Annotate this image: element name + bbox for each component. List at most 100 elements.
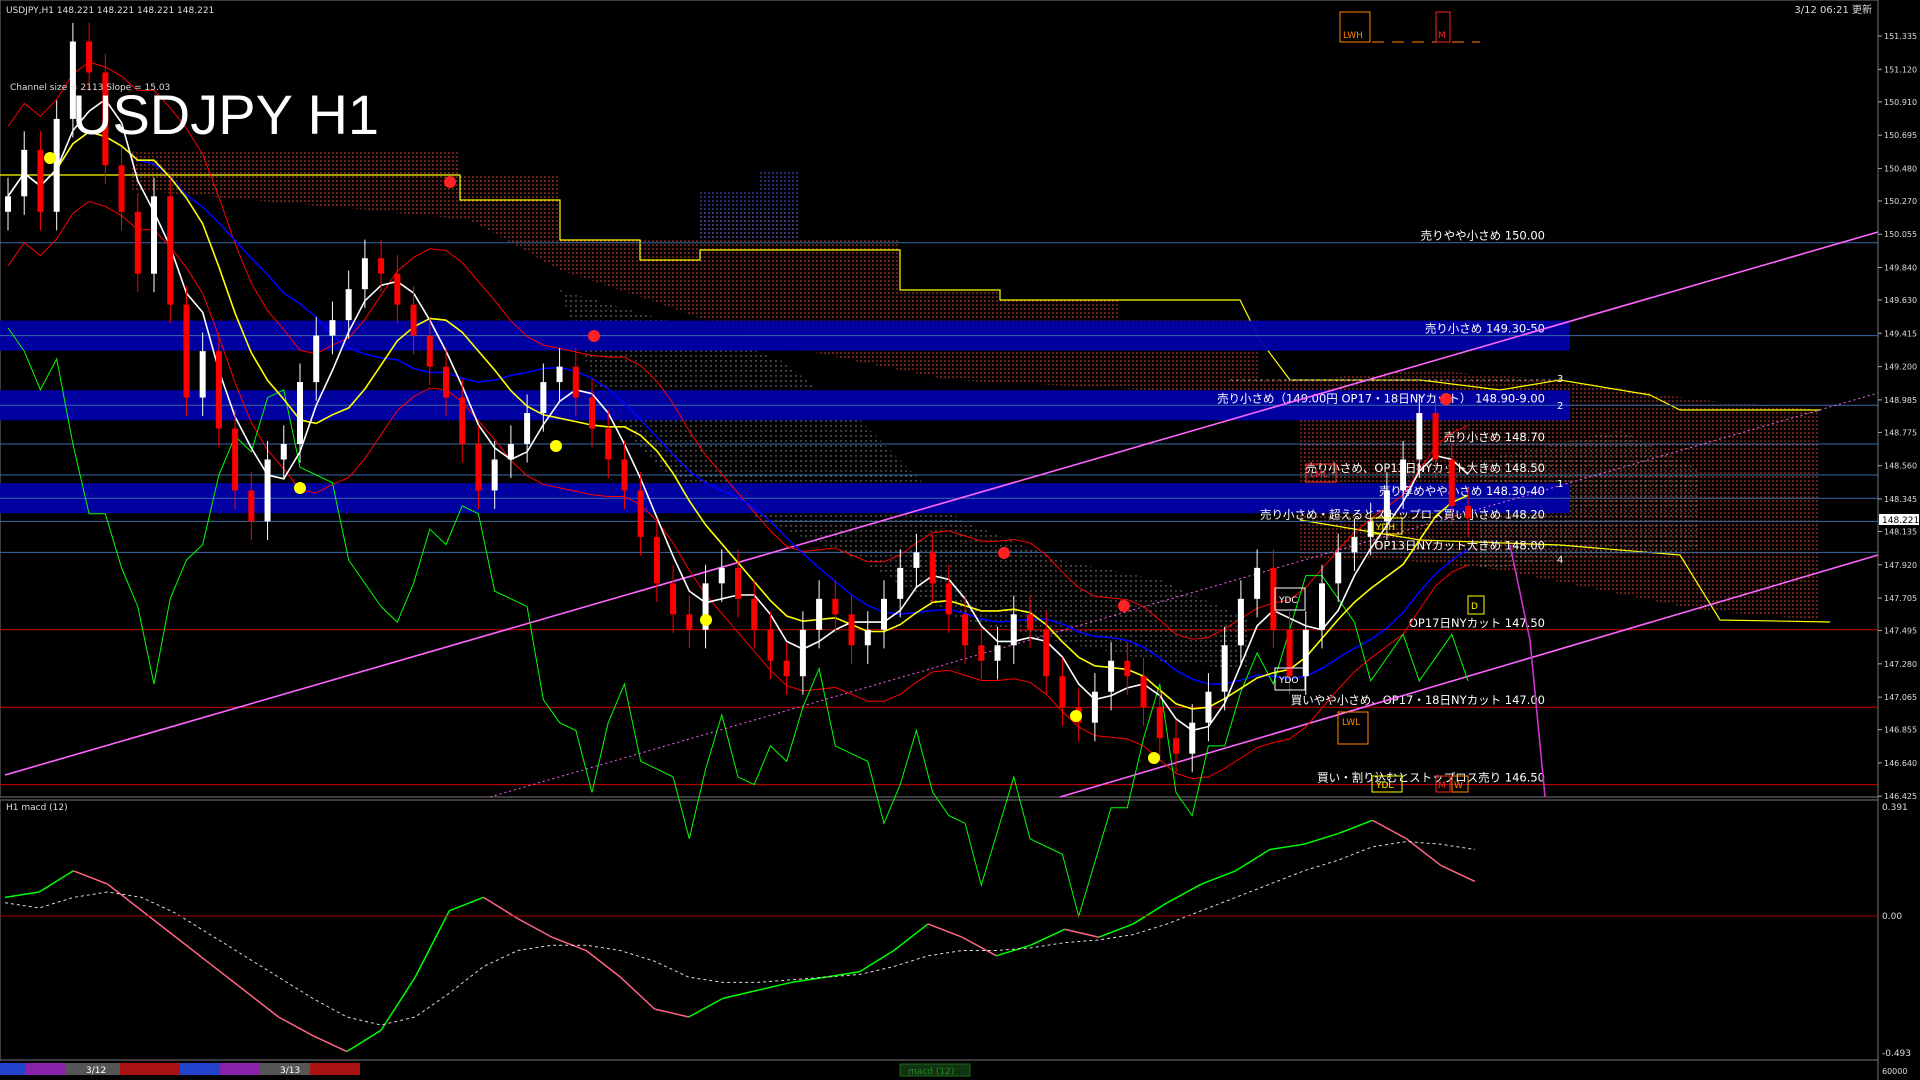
- price-tick-label: 148.775: [1884, 428, 1917, 437]
- candle-body: [1010, 614, 1017, 646]
- channel-number-4: 4: [1557, 555, 1563, 566]
- price-tick-label: 149.200: [1884, 363, 1917, 372]
- candle-body: [897, 567, 904, 599]
- price-tick-label: 150.270: [1884, 197, 1917, 206]
- price-tick-label: 147.705: [1884, 594, 1917, 603]
- candle-body: [848, 614, 855, 646]
- candle-body: [1432, 413, 1439, 460]
- candle-body: [37, 149, 44, 212]
- level-label: 売り小さめ（149.00円 OP17・18日NYカット） 148.90-9.00: [1217, 391, 1545, 405]
- candle-body: [653, 536, 660, 584]
- candle-body: [426, 335, 433, 367]
- price-tick-label: 151.120: [1884, 65, 1917, 74]
- price-tick-label: 151.335: [1884, 32, 1917, 41]
- pivot-w: W: [1454, 781, 1463, 791]
- pivot-m: M: [1438, 781, 1446, 791]
- macd-axis-zero: 0.00: [1882, 912, 1902, 922]
- candle-body: [1302, 629, 1309, 677]
- candle-body: [1448, 459, 1455, 506]
- price-tick-label: 147.495: [1884, 627, 1917, 636]
- symbol-info: USDJPY,H1 148.221 148.221 148.221 148.22…: [6, 6, 214, 16]
- price-tick-label: 150.695: [1884, 131, 1917, 140]
- candle-body: [199, 351, 206, 398]
- candle-body: [1237, 598, 1244, 646]
- candle-body: [1319, 583, 1325, 630]
- candle-body: [1400, 459, 1407, 491]
- level-label: 売りやや小さめ 150.00: [1421, 229, 1545, 243]
- date-label-3-13: 3/13: [280, 1066, 300, 1076]
- candle-body: [1367, 521, 1374, 537]
- candle-body: [5, 196, 11, 212]
- candle-body: [945, 583, 952, 615]
- candle-body: [118, 165, 125, 212]
- candle-body: [361, 258, 368, 290]
- macd-bottom-label: macd (12): [908, 1067, 954, 1077]
- price-tick-label: 149.415: [1884, 329, 1917, 338]
- price-tick-label: 148.345: [1884, 495, 1917, 504]
- candle-body: [329, 320, 336, 336]
- candle-body: [767, 629, 774, 661]
- candle-body: [1383, 490, 1390, 522]
- candle-body: [183, 304, 190, 398]
- candle-body: [637, 490, 644, 537]
- candle-body: [459, 397, 466, 445]
- candle-body: [913, 552, 920, 568]
- price-tick-label: 150.480: [1884, 164, 1917, 173]
- candle-body: [297, 382, 303, 445]
- date-label-3-12: 3/12: [86, 1066, 106, 1076]
- candle-body: [1205, 691, 1212, 723]
- candle-body: [832, 598, 839, 615]
- candle-body: [816, 598, 823, 630]
- candle-body: [248, 490, 255, 522]
- macd-panel: [0, 799, 1879, 1061]
- candle-body: [394, 273, 401, 305]
- current-price-label: 148.221: [1882, 516, 1919, 526]
- candle-body: [962, 614, 969, 646]
- price-tick-label: 150.910: [1884, 98, 1917, 107]
- candle-body: [345, 289, 352, 321]
- pivot-d: D: [1471, 602, 1478, 612]
- candle-body: [21, 149, 28, 197]
- price-axis: 151.335 151.120 150.910 150.695 150.480 150.2…: [1878, 32, 1917, 801]
- pivot-ydl: YDL: [1375, 781, 1393, 791]
- big-title: USDJPY H1: [72, 83, 379, 146]
- candle-body: [215, 351, 222, 429]
- pivot-ydc: YDC: [1278, 596, 1298, 606]
- candle-body: [264, 459, 271, 522]
- macd-axis-bottom: -0.493: [1882, 1049, 1911, 1059]
- candle-body: [313, 335, 320, 383]
- candle-body: [1416, 413, 1423, 460]
- candle-body: [718, 567, 725, 584]
- pivot-ydh: YDH: [1375, 523, 1395, 533]
- price-tick-label: 150.055: [1884, 230, 1917, 239]
- candle-body: [134, 211, 141, 274]
- candle-body: [1173, 738, 1179, 754]
- channel-number-1: 1: [1557, 479, 1563, 490]
- candle-body: [1286, 629, 1293, 677]
- candle-body: [735, 567, 741, 599]
- pivot-lml: LML: [1310, 470, 1328, 480]
- candle-body: [1189, 722, 1196, 754]
- price-tick-label: 146.855: [1884, 726, 1917, 735]
- candle-body: [1043, 629, 1050, 677]
- candle-body: [475, 444, 482, 491]
- channel-number-2: 2: [1557, 401, 1563, 412]
- price-tick-label: 146.640: [1884, 759, 1917, 768]
- candle-body: [1351, 536, 1358, 553]
- price-tick-label: 148.135: [1884, 527, 1917, 536]
- candle-body: [232, 428, 239, 491]
- candle-body: [556, 366, 563, 383]
- level-label: 売り小さめ、OP13日NYカット大きめ 148.50: [1305, 461, 1545, 475]
- price-tick-label: 146.425: [1884, 792, 1917, 801]
- candle-body: [605, 428, 612, 460]
- candle-body: [572, 366, 579, 398]
- candle-body: [1156, 707, 1163, 739]
- price-tick-label: 147.920: [1884, 561, 1917, 570]
- candle-body: [1221, 645, 1228, 692]
- candle-body: [507, 444, 514, 460]
- candle-body: [1027, 614, 1033, 630]
- pivot-ydo: YDO: [1278, 676, 1299, 686]
- macd-axis-top: 0.391: [1882, 803, 1908, 813]
- candle-body: [751, 598, 758, 630]
- candle-body: [1254, 567, 1261, 599]
